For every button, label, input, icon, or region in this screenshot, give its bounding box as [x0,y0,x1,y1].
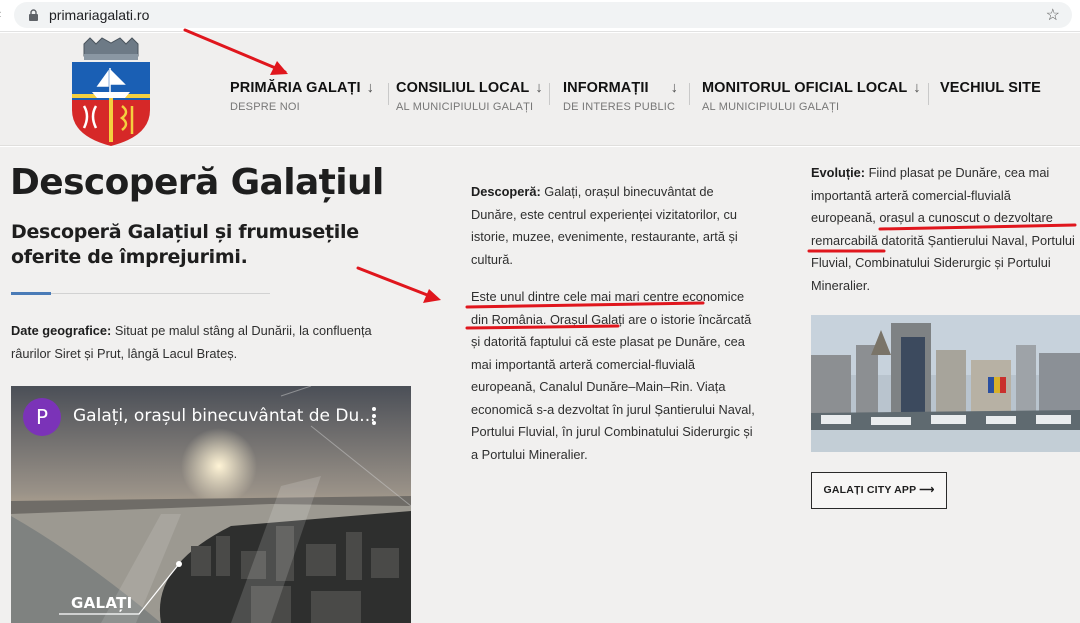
nav-subtitle: AL MUNICIPIULUI GALAȚI [702,101,840,113]
geo-paragraph: Date geografice: Situat pe malul stâng a… [11,320,406,365]
address-bar[interactable]: primariagalati.ro ☆ [14,2,1072,28]
nav-title: PRIMĂRIA GALAȚI ↓ [230,80,375,96]
nav-separator [549,83,550,105]
video-player[interactable]: P Galați, orașul binecuvântat de Du... G… [11,386,411,623]
nav-title: CONSILIUL LOCAL ↓ [396,80,543,96]
star-outline-icon[interactable]: ☆ [1046,5,1060,25]
nav-separator [689,83,690,105]
divider-accent [11,292,51,295]
economy-paragraph: Este unul dintre cele mai mari centre ec… [471,286,756,466]
url-text: primariagalati.ro [49,7,150,23]
discover-paragraph: Descoperă: Galați, orașul binecuvântat d… [471,181,756,271]
city-photo [811,315,1080,452]
app-button-label: GALAȚI CITY APP [823,484,917,496]
nav-title: MONITORUL OFICIAL LOCAL ↓ [702,80,921,96]
nav-informatii[interactable]: INFORMAȚII ↓ DE INTERES PUBLIC [563,80,678,113]
nav-vechiul-site[interactable]: VECHIUL SITE [940,80,1041,96]
evolution-paragraph: Evoluție: Fiind plasat pe Dunăre, cea ma… [811,162,1076,297]
nav-subtitle: DE INTERES PUBLIC [563,101,676,113]
video-overlay-label: GALAȚI [71,594,133,612]
nav-title: VECHIUL SITE [940,80,1041,96]
arrow-down-icon: ↓ [535,80,543,96]
arrow-down-icon: ↓ [670,80,678,96]
economy-text: . Orașul Galați are o istorie încărcată … [471,311,755,462]
nav-primaria-galati[interactable]: PRIMĂRIA GALAȚI ↓ DESPRE NOI [230,80,374,113]
geo-label: Date geografice: [11,323,112,338]
nav-subtitle: DESPRE NOI [230,101,300,113]
nav-subtitle: AL MUNICIPIULUI GALAȚI [396,101,534,113]
nav-consiliul-local[interactable]: CONSILIUL LOCAL ↓ AL MUNICIPIULUI GALAȚI [396,80,543,113]
galati-city-app-button[interactable]: GALAȚI CITY APP ⟶ [811,472,947,509]
arrow-down-icon: ↓ [913,80,921,96]
discover-label: Descoperă: [471,184,541,199]
channel-avatar[interactable]: P [23,398,61,436]
nav-separator [928,83,929,105]
galati-coat-of-arms-logo[interactable] [70,36,152,146]
page-subtitle: Descoperă Galațiul și frumusețile oferit… [11,221,359,268]
page-title: Descoperă Galațiul [10,162,384,203]
evolution-label: Evoluție: [811,165,866,180]
nav-title: INFORMAȚII ↓ [563,80,678,96]
chevron-left-icon[interactable]: ‹ [0,6,1,21]
browser-toolbar: ‹ primariagalati.ro ☆ [0,0,1080,32]
arrow-down-icon: ↓ [366,80,375,96]
more-vertical-icon[interactable] [367,404,381,430]
lock-icon [29,9,38,21]
nav-separator [388,83,389,105]
site-header: PRIMĂRIA GALAȚI ↓ DESPRE NOI CONSILIUL LO… [0,33,1080,146]
video-title[interactable]: Galați, orașul binecuvântat de Du... [73,406,376,426]
arrow-right-icon: ⟶ [919,484,935,496]
main-content: Descoperă Galațiul Descoperă Galațiul și… [0,147,1080,623]
nav-monitorul-oficial-local[interactable]: MONITORUL OFICIAL LOCAL ↓ AL MUNICIPIULUI… [702,80,921,113]
